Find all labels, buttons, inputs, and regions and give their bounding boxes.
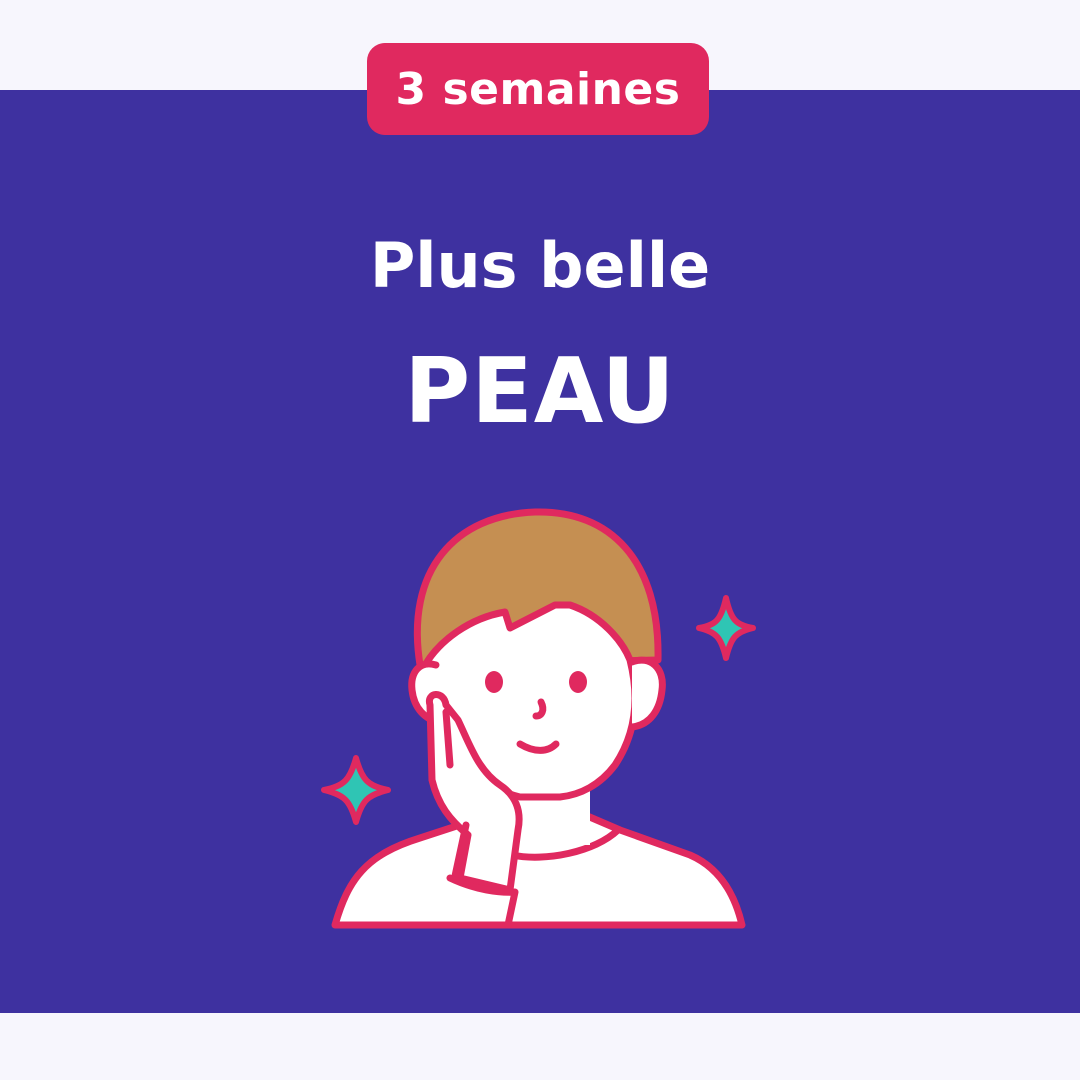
sparkle-left-icon bbox=[321, 755, 391, 825]
right-eye bbox=[569, 671, 587, 693]
sparkle-right-icon bbox=[696, 595, 756, 661]
left-eye bbox=[485, 671, 503, 693]
finger-line bbox=[442, 708, 454, 769]
right-ear bbox=[628, 656, 666, 731]
person-hand-on-cheek-icon bbox=[321, 508, 756, 929]
